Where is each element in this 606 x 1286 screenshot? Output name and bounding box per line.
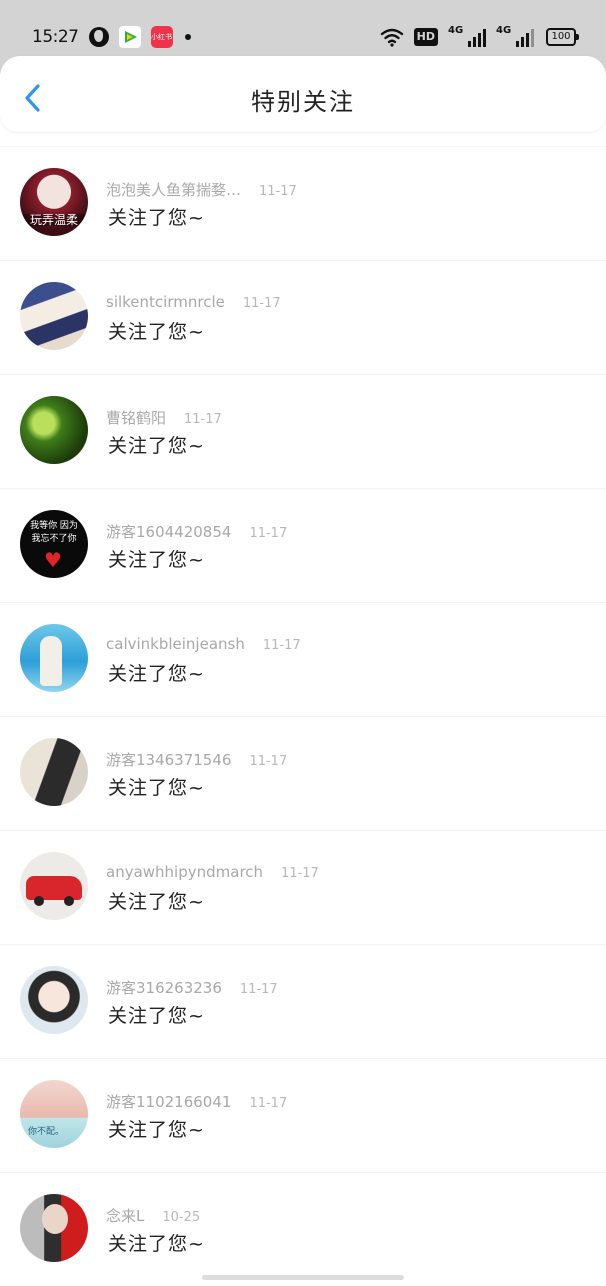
item-meta: 游客1346371546 11-17	[106, 749, 287, 770]
avatar[interactable]	[20, 852, 88, 920]
avatar[interactable]	[20, 624, 88, 692]
item-meta: silkentcirmnrcle 11-17	[106, 293, 281, 311]
list-item[interactable]: anyawhhipyndmarch 11-17 关注了您~	[0, 830, 606, 944]
username: 游客1604420854	[106, 523, 232, 541]
status-time: 15:27	[32, 27, 79, 47]
username: 游客1102166041	[106, 1093, 232, 1111]
date: 11-17	[249, 526, 288, 541]
avatar[interactable]: 我等你 因为我忘不了你 ♥	[20, 510, 88, 578]
avatar-caption: 我等你 因为我忘不了你	[30, 521, 78, 544]
list-item[interactable]: calvinkbleinjeansh 11-17 关注了您~	[0, 602, 606, 716]
item-meta: 游客316263236 11-17	[106, 977, 278, 998]
username: silkentcirmnrcle	[106, 293, 225, 311]
avatar-caption: 你不配。	[27, 1127, 64, 1137]
list-item[interactable]: 我等你 因为我忘不了你 ♥ 游客1604420854 11-17 关注了您~	[0, 488, 606, 602]
username: calvinkbleinjeansh	[106, 635, 245, 653]
date: 11-17	[281, 866, 319, 881]
status-right: HD 4G 4G 100	[380, 24, 579, 50]
list-item[interactable]: silkentcirmnrcle 11-17 关注了您~	[0, 260, 606, 374]
network-label-2: 4G	[496, 25, 512, 36]
date: 11-17	[239, 982, 278, 997]
message: 关注了您~	[108, 1233, 205, 1255]
avatar[interactable]	[20, 396, 88, 464]
notification-dot-icon	[184, 34, 191, 40]
message: 关注了您~	[108, 207, 205, 229]
message: 关注了您~	[108, 549, 205, 571]
heart-icon: ♥	[44, 548, 62, 572]
hd-badge: HD	[413, 28, 438, 46]
home-indicator[interactable]	[202, 1275, 404, 1280]
date: 11-17	[249, 754, 288, 769]
avatar[interactable]: 你不配。	[20, 1080, 88, 1148]
message: 关注了您~	[108, 663, 205, 685]
avatar[interactable]: 玩弄温柔	[20, 168, 88, 236]
message: 关注了您~	[108, 435, 205, 457]
list-item[interactable]: 曹铭鹤阳 11-17 关注了您~	[0, 374, 606, 488]
message: 关注了您~	[108, 1119, 205, 1141]
follow-list: 玩弄温柔 泡泡美人鱼第揣婺… 11-17 关注了您~ silkentcirmnr…	[0, 146, 606, 1286]
username: 曹铭鹤阳	[106, 409, 167, 427]
username: 泡泡美人鱼第揣婺…	[106, 181, 242, 199]
username: anyawhhipyndmarch	[106, 863, 264, 881]
header: 特别关注	[0, 56, 606, 132]
item-meta: calvinkbleinjeansh 11-17	[106, 635, 301, 653]
message: 关注了您~	[108, 321, 205, 343]
avatar[interactable]	[20, 966, 88, 1034]
battery-icon: 100	[546, 28, 579, 46]
date: 10-25	[162, 1210, 201, 1225]
message: 关注了您~	[108, 891, 205, 913]
list-item[interactable]: 游客316263236 11-17 关注了您~	[0, 944, 606, 1058]
item-meta: 游客1604420854 11-17	[106, 521, 287, 542]
date: 11-17	[184, 412, 222, 427]
item-meta: 念来L 10-25	[106, 1205, 200, 1226]
date: 11-17	[259, 184, 297, 199]
username: 念来L	[106, 1207, 145, 1225]
status-left: 15:27 小红书	[32, 24, 191, 50]
avatar[interactable]	[20, 738, 88, 806]
network-label: 4G	[448, 25, 464, 36]
item-meta: 游客1102166041 11-17	[106, 1091, 287, 1112]
page-title: 特别关注	[251, 88, 355, 116]
item-meta: 曹铭鹤阳 11-17	[106, 407, 222, 428]
list-item[interactable]: 玩弄温柔 泡泡美人鱼第揣婺… 11-17 关注了您~	[0, 146, 606, 260]
signal-icon: 4G	[448, 25, 486, 47]
avatar[interactable]	[20, 282, 88, 350]
list-item[interactable]: 你不配。 游客1102166041 11-17 关注了您~	[0, 1058, 606, 1172]
wifi-icon	[380, 27, 404, 47]
list-item[interactable]: 念来L 10-25 关注了您~	[0, 1172, 606, 1286]
globe-icon	[88, 27, 109, 47]
username: 游客316263236	[106, 979, 222, 997]
avatar[interactable]	[20, 1194, 88, 1262]
item-meta: 泡泡美人鱼第揣婺… 11-17	[106, 179, 297, 200]
date: 11-17	[249, 1096, 288, 1111]
list-item[interactable]: 游客1346371546 11-17 关注了您~	[0, 716, 606, 830]
avatar-caption: 玩弄温柔	[20, 214, 88, 226]
signal-icon-2: 4G	[496, 25, 534, 47]
username: 游客1346371546	[106, 751, 232, 769]
date: 11-17	[262, 638, 301, 653]
message: 关注了您~	[108, 777, 205, 799]
video-app-icon	[118, 26, 141, 48]
red-app-icon: 小红书	[150, 26, 173, 48]
date: 11-17	[242, 296, 281, 311]
item-meta: anyawhhipyndmarch 11-17	[106, 863, 319, 881]
message: 关注了您~	[108, 1005, 205, 1027]
